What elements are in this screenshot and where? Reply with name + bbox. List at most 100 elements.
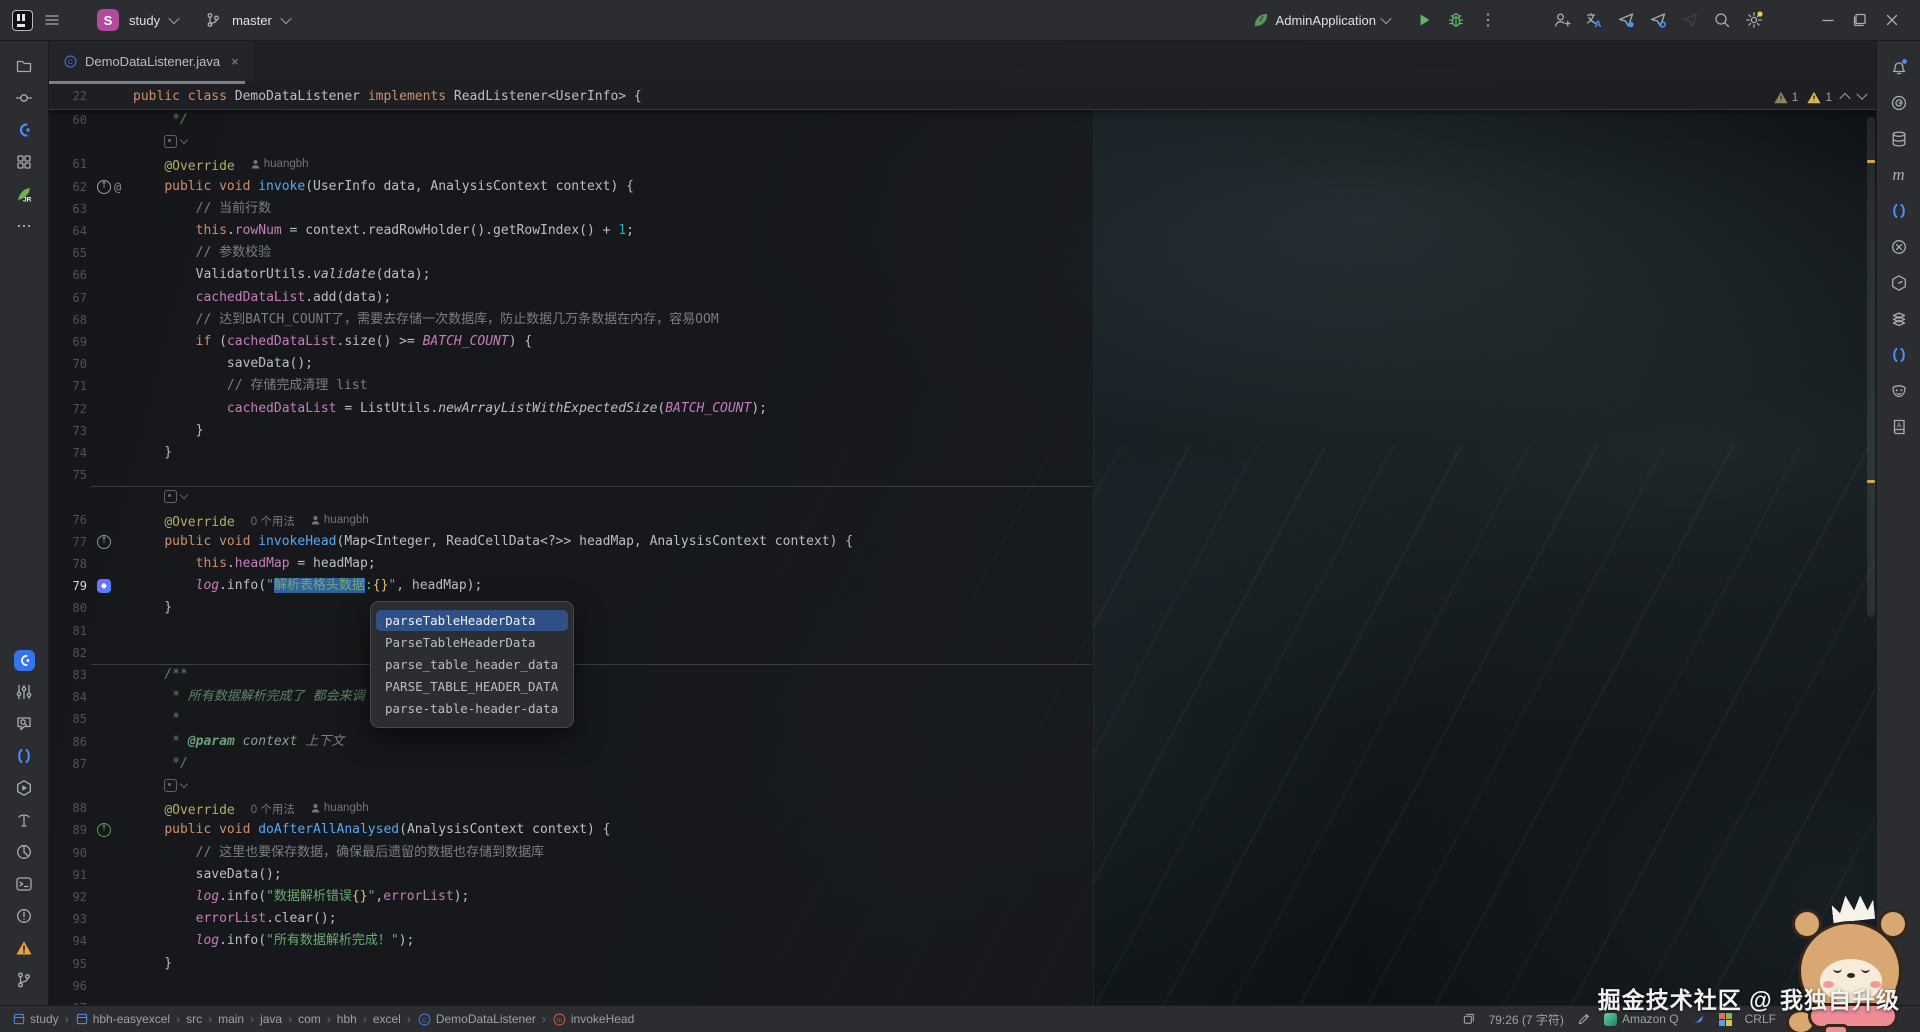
line-number[interactable]: 93: [49, 908, 87, 930]
line-number[interactable]: 77: [49, 531, 87, 553]
ai-c-icon[interactable]: [7, 115, 41, 145]
code-text[interactable]: // 参数校验: [133, 242, 271, 264]
code-text[interactable]: }: [133, 420, 203, 442]
ai-gutter-icon[interactable]: ◆: [97, 575, 111, 597]
line-number[interactable]: 73: [49, 420, 87, 442]
breadcrumb-study[interactable]: study: [12, 1012, 59, 1026]
run-button[interactable]: [1415, 11, 1433, 29]
code-text[interactable]: // 当前行数: [133, 198, 271, 220]
line-number[interactable]: 75: [49, 464, 87, 486]
code-line-86[interactable]: 86 * @param context 上下文: [49, 731, 1864, 753]
code-text[interactable]: }: [133, 953, 172, 975]
notifications-bell-icon[interactable]: [1883, 53, 1915, 81]
jrebel-rocket-icon[interactable]: JR: [7, 179, 41, 209]
code-line-91[interactable]: 91 saveData();: [49, 864, 1864, 886]
code-text[interactable]: saveData();: [133, 864, 282, 886]
line-number[interactable]: 63: [49, 198, 87, 220]
code-line-90[interactable]: 90 // 这里也要保存数据，确保最后遗留的数据也存储到数据库: [49, 842, 1864, 864]
plugin-x-icon[interactable]: [1883, 233, 1915, 261]
code-vision-marker-icon[interactable]: [164, 779, 187, 792]
ai-plane-2-button[interactable]: [1649, 11, 1667, 29]
completion-item[interactable]: parse_table_header_data: [376, 654, 568, 675]
code-line-61[interactable]: 61 @Overridehuangbh: [49, 153, 1864, 175]
code-text[interactable]: if (cachedDataList.size() >= BATCH_COUNT…: [133, 331, 532, 353]
code-line-69[interactable]: 69 if (cachedDataList.size() >= BATCH_CO…: [49, 331, 1864, 353]
code-line-89[interactable]: 89↑ public void doAfterAllAnalysed(Analy…: [49, 819, 1864, 841]
line-number[interactable]: 76: [49, 509, 87, 531]
recent-locations[interactable]: [1462, 1012, 1476, 1026]
code-line-81[interactable]: 81: [49, 620, 1864, 642]
line-number[interactable]: 65: [49, 242, 87, 264]
code-text[interactable]: public void invokeHead(Map<Integer, Read…: [133, 531, 853, 553]
code-text[interactable]: *: [133, 708, 180, 730]
stack-s-icon[interactable]: [1883, 305, 1915, 333]
git-branch-icon[interactable]: [7, 965, 41, 995]
line-number[interactable]: 97: [49, 997, 87, 1005]
branch-selector[interactable]: master: [232, 13, 272, 28]
code-line-74[interactable]: 74 }: [49, 442, 1864, 464]
code-line-82[interactable]: 82: [49, 642, 1864, 664]
terminal-icon[interactable]: [7, 869, 41, 899]
line-number[interactable]: 94: [49, 930, 87, 952]
code-text[interactable]: */: [133, 753, 188, 775]
line-number[interactable]: 90: [49, 842, 87, 864]
debug-button[interactable]: [1447, 11, 1465, 29]
code-text[interactable]: * 所有数据解析完成了 都会来调: [133, 686, 365, 708]
code-line-73[interactable]: 73 }: [49, 420, 1864, 442]
tab-close-icon[interactable]: [231, 54, 239, 69]
line-number[interactable]: 95: [49, 953, 87, 975]
line-number[interactable]: 92: [49, 886, 87, 908]
notifications-warning-icon[interactable]: [7, 933, 41, 963]
project-selector[interactable]: study: [129, 13, 160, 28]
breadcrumb-DemoDataListener[interactable]: CDemoDataListener: [417, 1012, 536, 1027]
code-line-76[interactable]: 76 @Override0 个用法huangbh: [49, 509, 1864, 531]
code-line-78[interactable]: 78 this.headMap = headMap;: [49, 553, 1864, 575]
breadcrumb-src[interactable]: src: [186, 1012, 202, 1026]
line-number[interactable]: 91: [49, 864, 87, 886]
search-button[interactable]: [1713, 11, 1731, 29]
line-number[interactable]: 85: [49, 708, 87, 730]
completion-item[interactable]: PARSE_TABLE_HEADER_DATA: [376, 676, 568, 697]
line-number[interactable]: 81: [49, 620, 87, 642]
code-line-93[interactable]: 93 errorList.clear();: [49, 908, 1864, 930]
line-number[interactable]: 69: [49, 331, 87, 353]
commit-icon[interactable]: [7, 83, 41, 113]
line-number[interactable]: 89: [49, 819, 87, 841]
code-line-70[interactable]: 70 saveData();: [49, 353, 1864, 375]
code-text[interactable]: }: [133, 597, 172, 619]
breadcrumb-com[interactable]: com: [298, 1012, 321, 1026]
line-number[interactable]: 96: [49, 975, 87, 997]
profiler-pie-icon[interactable]: [7, 837, 41, 867]
more-vertical-button[interactable]: [1479, 11, 1497, 29]
code-text[interactable]: this.headMap = headMap;: [133, 553, 376, 575]
previous-problem-button[interactable]: [1839, 93, 1850, 104]
line-number[interactable]: 66: [49, 264, 87, 286]
line-number[interactable]: 74: [49, 442, 87, 464]
problems-icon[interactable]: [7, 901, 41, 931]
line-number[interactable]: 80: [49, 597, 87, 619]
code-vision-marker-icon[interactable]: [164, 490, 187, 503]
breadcrumb-hbh-easyexcel[interactable]: hbh-easyexcel: [75, 1012, 170, 1026]
override-at-gutter-icon[interactable]: ↑@: [97, 176, 121, 198]
ai-swirl-icon[interactable]: [1883, 89, 1915, 117]
code-text[interactable]: // 这里也要保存数据，确保最后遗留的数据也存储到数据库: [133, 842, 544, 864]
maximize-button[interactable]: [1851, 11, 1869, 29]
code-text[interactable]: cachedDataList.add(data);: [133, 287, 391, 309]
code-text[interactable]: errorList.clear();: [133, 908, 337, 930]
usages-inlay-hint[interactable]: 0 个用法: [251, 511, 295, 533]
translate-button[interactable]: A: [1585, 11, 1603, 29]
line-number[interactable]: 83: [49, 664, 87, 686]
line-number[interactable]: 87: [49, 753, 87, 775]
build-hammer-icon[interactable]: [7, 805, 41, 835]
scrollbar-thumb[interactable]: [1867, 117, 1875, 617]
completion-item[interactable]: parse-table-header-data: [376, 698, 568, 719]
line-number[interactable]: 84: [49, 686, 87, 708]
usages-inlay-hint[interactable]: 0 个用法: [251, 799, 295, 821]
code-line-68[interactable]: 68 // 达到BATCH_COUNT了，需要去存储一次数据库，防止数据几万条数…: [49, 309, 1864, 331]
code-line-60[interactable]: 60 */: [49, 109, 1864, 131]
code-text[interactable]: * @param context 上下文: [133, 731, 344, 753]
code-text[interactable]: public void invoke(UserInfo data, Analys…: [133, 176, 634, 198]
line-number[interactable]: 70: [49, 353, 87, 375]
code-line-63[interactable]: 63 // 当前行数: [49, 198, 1864, 220]
code-text[interactable]: ValidatorUtils.validate(data);: [133, 264, 430, 286]
